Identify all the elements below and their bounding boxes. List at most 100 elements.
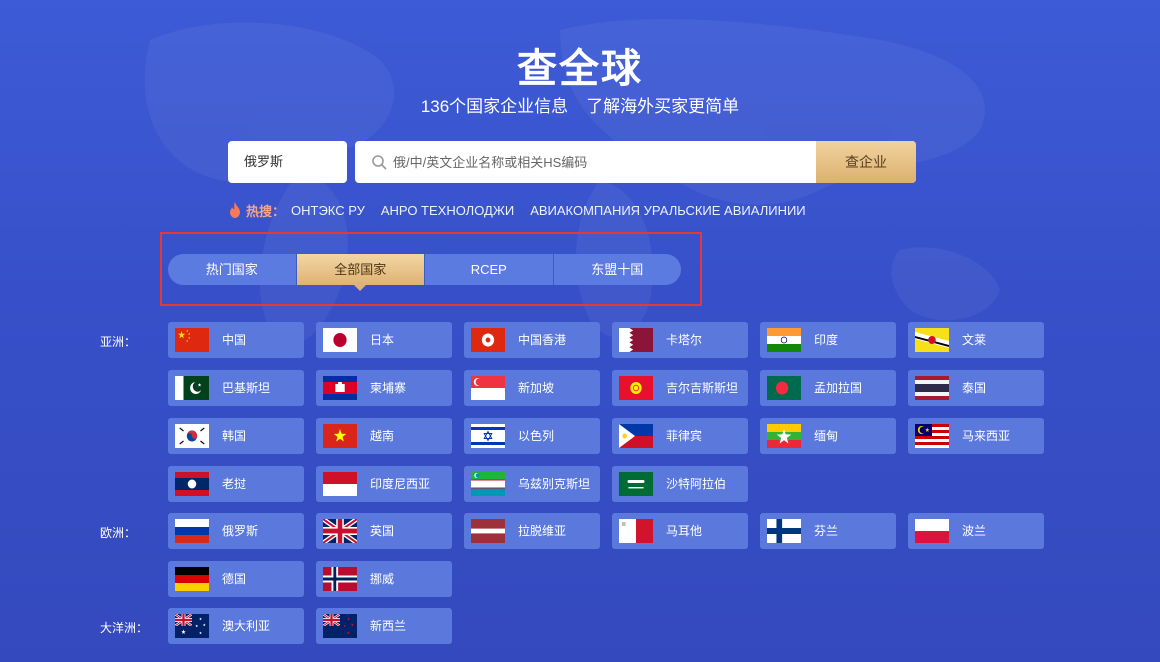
country-name: 孟加拉国 — [814, 381, 863, 395]
country-card[interactable]: 文莱 — [908, 322, 1044, 358]
search-box: 查企业 — [355, 141, 916, 183]
hot-search-label: 热搜： — [246, 203, 286, 219]
hot-search-item[interactable]: ОНТЭКС РУ — [291, 203, 365, 218]
country-name: 缅甸 — [814, 429, 839, 443]
country-card[interactable]: 菲律宾 — [612, 418, 748, 454]
country-name: 卡塔尔 — [666, 333, 703, 347]
country-card[interactable]: 泰国 — [908, 370, 1044, 406]
japan-flag-icon — [323, 328, 357, 352]
kyrgyzstan-flag-icon — [619, 376, 653, 400]
hot-search-item[interactable]: АНРО ТЕХНОЛОДЖИ — [381, 203, 514, 218]
country-card[interactable]: 巴基斯坦 — [168, 370, 304, 406]
region-label: 亚洲： — [100, 335, 137, 349]
bangladesh-flag-icon — [767, 376, 801, 400]
flame-icon — [230, 202, 240, 218]
country-card[interactable]: 孟加拉国 — [760, 370, 896, 406]
cambodia-flag-icon — [323, 376, 357, 400]
country-name: 吉尔吉斯斯坦 — [666, 381, 739, 395]
country-name: 巴基斯坦 — [222, 381, 271, 395]
country-card[interactable]: 德国 — [168, 561, 304, 597]
country-card[interactable]: 英国 — [316, 513, 452, 549]
country-name: 英国 — [370, 524, 395, 538]
country-name: 新西兰 — [370, 619, 407, 633]
country-name: 乌兹别克斯坦 — [518, 477, 591, 491]
country-card[interactable]: 澳大利亚 — [168, 608, 304, 644]
country-name: 中国香港 — [518, 333, 567, 347]
page-subtitle: 136个国家企业信息 了解海外买家更简单 — [0, 92, 1160, 117]
search-button[interactable]: 查企业 — [816, 141, 916, 183]
country-name: 中国 — [222, 333, 247, 347]
subtitle-part-1: 136个国家企业信息 — [420, 97, 569, 116]
country-card[interactable]: 挪威 — [316, 561, 452, 597]
country-name: 俄罗斯 — [222, 524, 259, 538]
uk-flag-icon — [323, 519, 357, 543]
country-name: 马来西亚 — [962, 429, 1011, 443]
country-card[interactable]: 卡塔尔 — [612, 322, 748, 358]
country-name: 韩国 — [222, 429, 247, 443]
search-input[interactable] — [393, 141, 813, 183]
tab-asean[interactable]: 东盟十国 — [554, 254, 682, 285]
country-card[interactable]: 日本 — [316, 322, 452, 358]
subtitle-part-2: 了解海外买家更简单 — [586, 97, 740, 116]
country-card[interactable]: 沙特阿拉伯 — [612, 466, 748, 502]
uzbekistan-flag-icon — [471, 472, 505, 496]
country-card[interactable]: 新加坡 — [464, 370, 600, 406]
country-card[interactable]: 拉脱维亚 — [464, 513, 600, 549]
poland-flag-icon — [915, 519, 949, 543]
pakistan-flag-icon — [175, 376, 209, 400]
tab-all-countries[interactable]: 全部国家 — [296, 254, 425, 291]
region-tabs: 热门国家 全部国家 RCEP 东盟十国 — [168, 254, 682, 291]
country-name: 泰国 — [962, 381, 987, 395]
tab-hot-countries[interactable]: 热门国家 — [168, 254, 297, 285]
latvia-flag-icon — [471, 519, 505, 543]
country-card[interactable]: 马来西亚 — [908, 418, 1044, 454]
country-card[interactable]: 缅甸 — [760, 418, 896, 454]
country-card[interactable]: 以色列 — [464, 418, 600, 454]
country-card[interactable]: 印度尼西亚 — [316, 466, 452, 502]
search-icon — [372, 155, 387, 170]
singapore-flag-icon — [471, 376, 505, 400]
country-card[interactable]: 老挝 — [168, 466, 304, 502]
hot-search-bar: 热搜： ОНТЭКС РУ АНРО ТЕХНОЛОДЖИ АВИАКОМПАН… — [228, 200, 822, 220]
australia-flag-icon — [175, 614, 209, 638]
region-label: 大洋洲： — [100, 621, 149, 635]
malaysia-flag-icon — [915, 424, 949, 448]
country-card[interactable]: 柬埔寨 — [316, 370, 452, 406]
hot-search-item[interactable]: АВИАКОМПАНИЯ УРАЛЬСКИЕ АВИАЛИНИИ — [530, 203, 805, 218]
country-card[interactable]: 新西兰 — [316, 608, 452, 644]
norway-flag-icon — [323, 567, 357, 591]
country-name: 菲律宾 — [666, 429, 703, 443]
country-card[interactable]: 波兰 — [908, 513, 1044, 549]
germany-flag-icon — [175, 567, 209, 591]
country-card[interactable]: 吉尔吉斯斯坦 — [612, 370, 748, 406]
country-card[interactable]: 乌兹别克斯坦 — [464, 466, 600, 502]
country-name: 波兰 — [962, 524, 987, 538]
hongkong-flag-icon — [471, 328, 505, 352]
tab-rcep[interactable]: RCEP — [425, 254, 554, 285]
country-select[interactable]: 俄罗斯 — [228, 141, 347, 183]
country-card[interactable]: 越南 — [316, 418, 452, 454]
country-card[interactable]: 中国 — [168, 322, 304, 358]
country-name: 文莱 — [962, 333, 987, 347]
india-flag-icon — [767, 328, 801, 352]
country-name: 以色列 — [518, 429, 555, 443]
country-name: 芬兰 — [814, 524, 839, 538]
page-title: 查全球 — [517, 47, 643, 91]
country-name: 柬埔寨 — [370, 381, 407, 395]
country-card[interactable]: 中国香港 — [464, 322, 600, 358]
country-card[interactable]: 印度 — [760, 322, 896, 358]
indonesia-flag-icon — [323, 472, 357, 496]
malta-flag-icon — [619, 519, 653, 543]
country-card[interactable]: 韩国 — [168, 418, 304, 454]
myanmar-flag-icon — [767, 424, 801, 448]
thailand-flag-icon — [915, 376, 949, 400]
philippines-flag-icon — [619, 424, 653, 448]
country-name: 新加坡 — [518, 381, 555, 395]
israel-flag-icon — [471, 424, 505, 448]
country-card[interactable]: 俄罗斯 — [168, 513, 304, 549]
country-card[interactable]: 马耳他 — [612, 513, 748, 549]
brunei-flag-icon — [915, 328, 949, 352]
country-card[interactable]: 芬兰 — [760, 513, 896, 549]
country-name: 马耳他 — [666, 524, 703, 538]
country-name: 日本 — [370, 333, 395, 347]
